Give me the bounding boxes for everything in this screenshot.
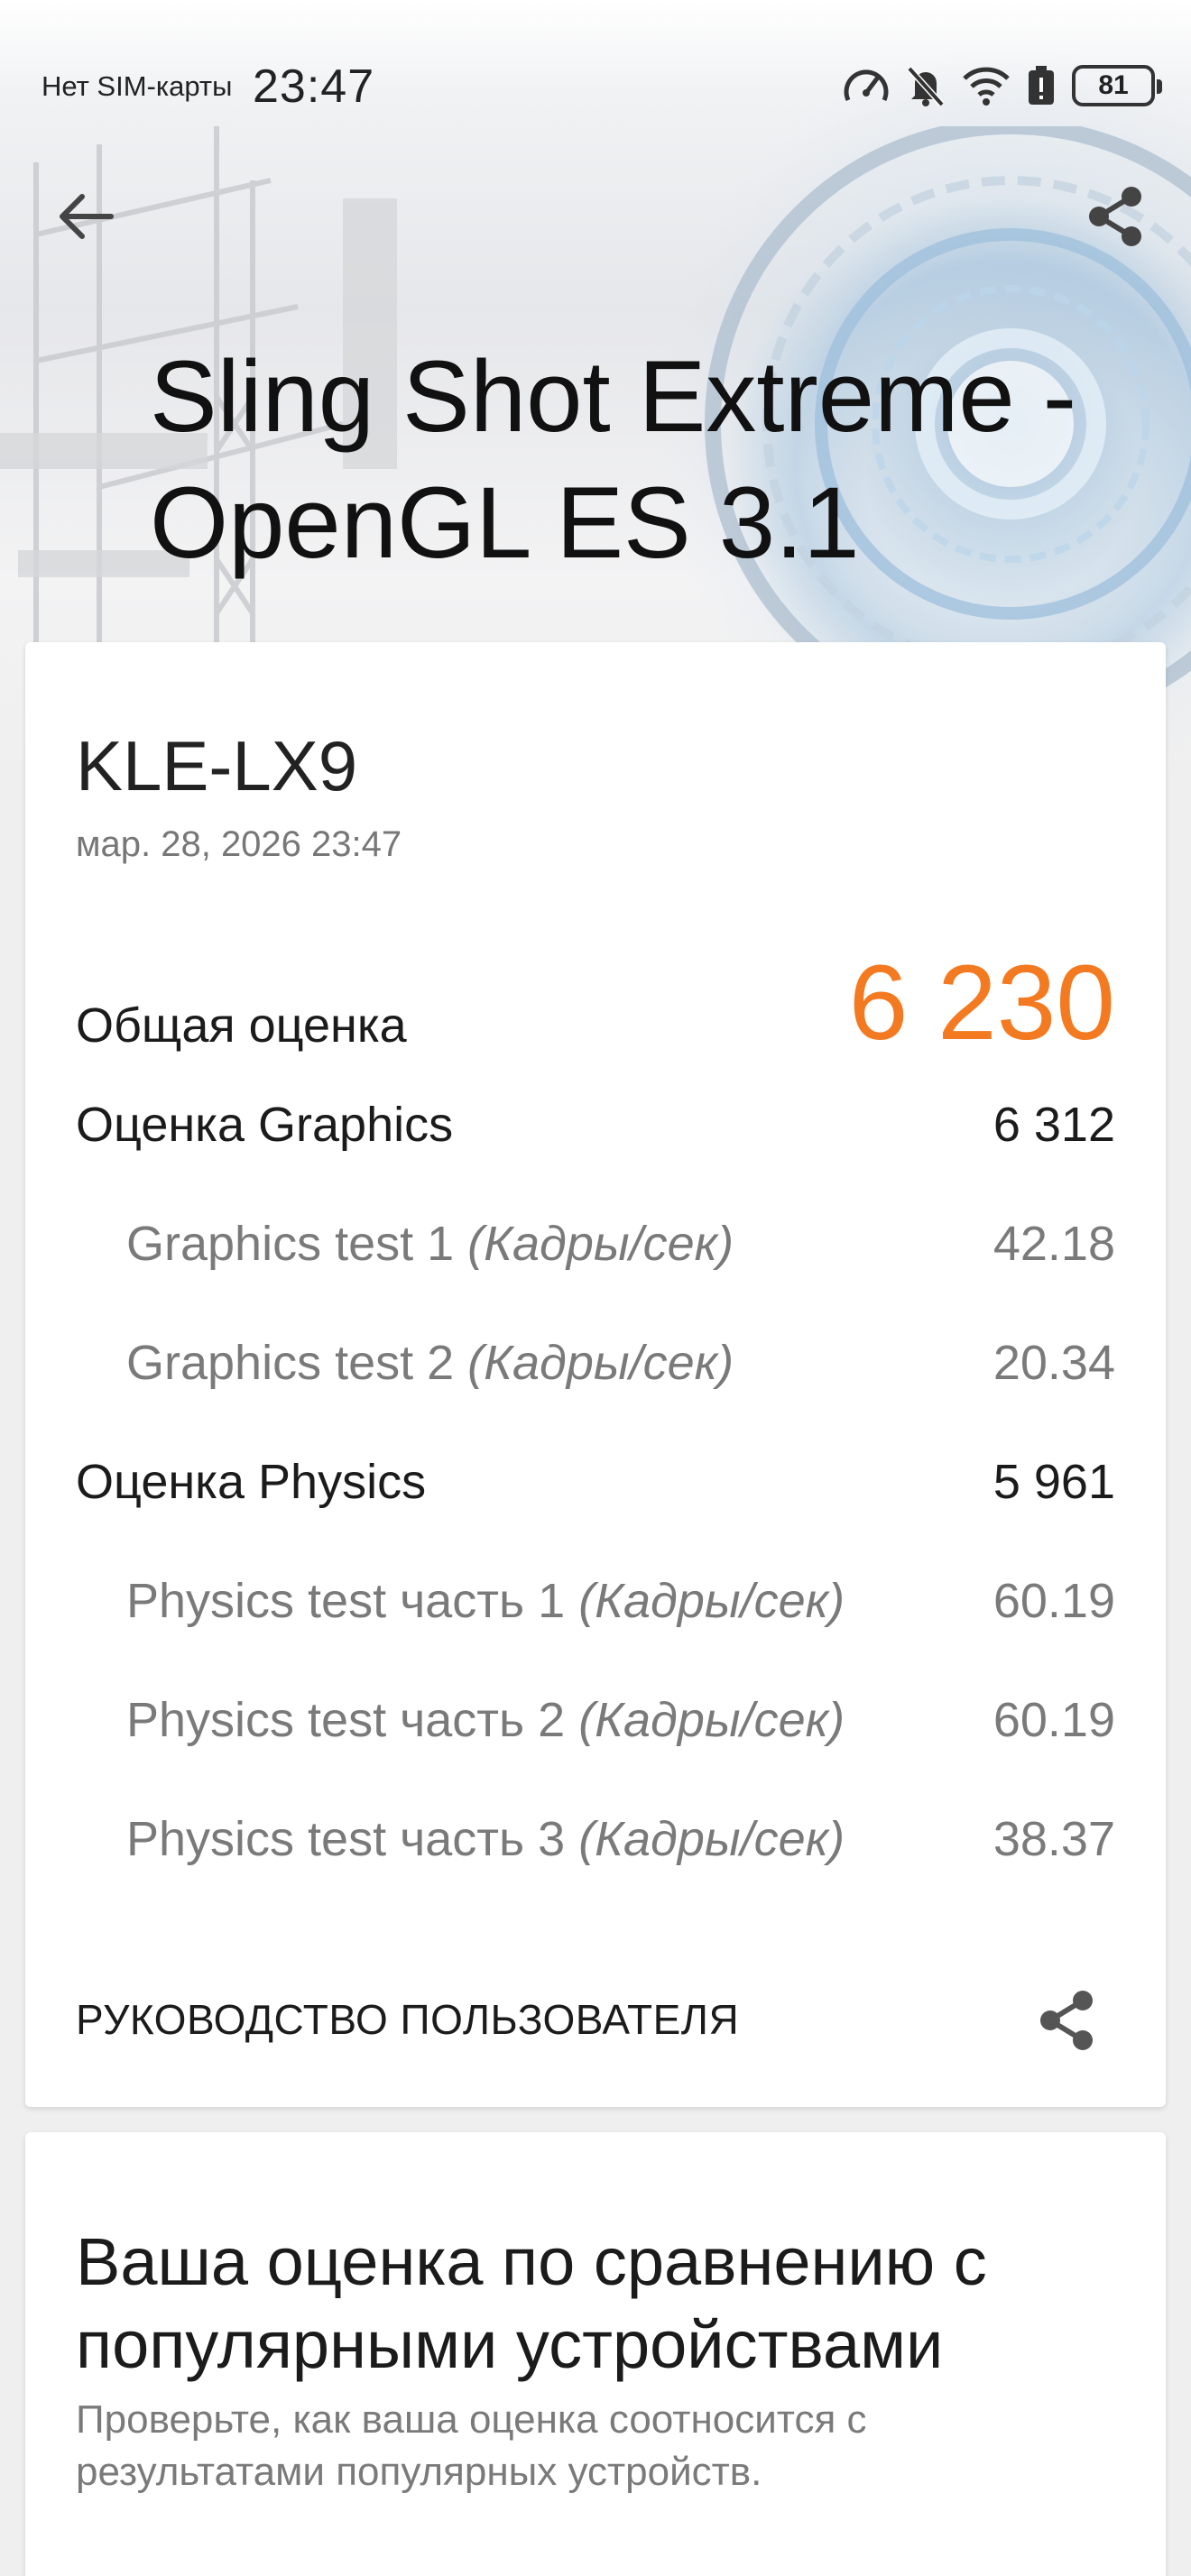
- overall-score-label: Общая оценка: [76, 998, 407, 1053]
- row-unit: (Кадры/сек): [467, 1217, 734, 1271]
- row-value: 42.18: [992, 1217, 1115, 1271]
- battery-alert-icon: [1027, 65, 1056, 106]
- overall-score-value: 6 230: [848, 943, 1115, 1063]
- clock: 23:47: [253, 60, 375, 113]
- row-label: Graphics test 1: [126, 1217, 455, 1271]
- arrow-left-icon: [60, 194, 114, 239]
- row-label: Оценка Graphics: [76, 1098, 454, 1152]
- physics-score-row: Оценка Physics 5 961: [76, 1450, 1115, 1523]
- carrier-label: Нет SIM-карты: [42, 70, 233, 102]
- screen: Нет SIM-карты 23:47 81 Sling Shot Extrem: [0, 0, 1191, 2576]
- row-value: 60.19: [992, 1574, 1115, 1628]
- row-label: Physics test часть 3: [126, 1812, 566, 1866]
- row-value: 6 312: [992, 1098, 1115, 1152]
- graphics-score-row: Оценка Graphics 6 312: [76, 1093, 1115, 1165]
- share-button-top[interactable]: [1079, 180, 1151, 253]
- graphics-test-1-row: Graphics test 1 (Кадры/сек) 42.18: [76, 1212, 1115, 1284]
- speedometer-icon: [843, 66, 890, 106]
- physics-test-3-row: Physics test часть 3 (Кадры/сек) 38.37: [76, 1808, 1115, 1880]
- row-label: Physics test часть 2: [126, 1693, 566, 1747]
- share-icon: [1040, 1991, 1093, 2050]
- row-unit: (Кадры/сек): [467, 1336, 734, 1390]
- comparison-card[interactable]: Ваша оценка по сравнению с популярными у…: [25, 2132, 1166, 2576]
- user-guide-link[interactable]: РУКОВОДСТВО ПОЛЬЗОВАТЕЛЯ: [76, 1995, 739, 2044]
- row-value: 5 961: [992, 1455, 1115, 1509]
- page-title: Sling Shot Extreme - OpenGL ES 3.1: [150, 340, 1077, 579]
- row-label: Оценка Physics: [76, 1455, 427, 1509]
- share-icon: [1089, 187, 1141, 246]
- status-bar: Нет SIM-карты 23:47 81: [0, 0, 1191, 135]
- wifi-icon: [962, 66, 1011, 106]
- status-icons: 81: [843, 63, 1162, 108]
- comparison-title: Ваша оценка по сравнению с популярными у…: [76, 2224, 987, 2382]
- row-value: 38.37: [992, 1812, 1115, 1866]
- physics-test-1-row: Physics test часть 1 (Кадры/сек) 60.19: [76, 1569, 1115, 1642]
- battery-icon: 81: [1072, 65, 1162, 106]
- row-value: 20.34: [992, 1336, 1115, 1390]
- back-button[interactable]: [51, 180, 123, 253]
- device-name: KLE-LX9: [76, 726, 358, 805]
- row-label: Physics test часть 1: [126, 1574, 566, 1628]
- result-card: KLE-LX9 мар. 28, 2026 23:47 Общая оценка…: [25, 642, 1166, 2107]
- graphics-test-2-row: Graphics test 2 (Кадры/сек) 20.34: [76, 1331, 1115, 1403]
- bell-off-icon: [906, 65, 946, 106]
- result-date: мар. 28, 2026 23:47: [76, 824, 402, 864]
- row-label: Graphics test 2: [126, 1336, 455, 1390]
- row-value: 60.19: [992, 1693, 1115, 1747]
- row-unit: (Кадры/сек): [578, 1693, 845, 1747]
- comparison-description: Проверьте, как ваша оценка соотносится с…: [76, 2397, 867, 2494]
- overall-score-row: Общая оценка 6 230: [76, 940, 1115, 1066]
- physics-test-2-row: Physics test часть 2 (Кадры/сек) 60.19: [76, 1688, 1115, 1761]
- row-unit: (Кадры/сек): [578, 1812, 845, 1866]
- battery-level: 81: [1098, 70, 1129, 100]
- row-unit: (Кадры/сек): [578, 1574, 845, 1628]
- share-result-button[interactable]: [1030, 1984, 1103, 2056]
